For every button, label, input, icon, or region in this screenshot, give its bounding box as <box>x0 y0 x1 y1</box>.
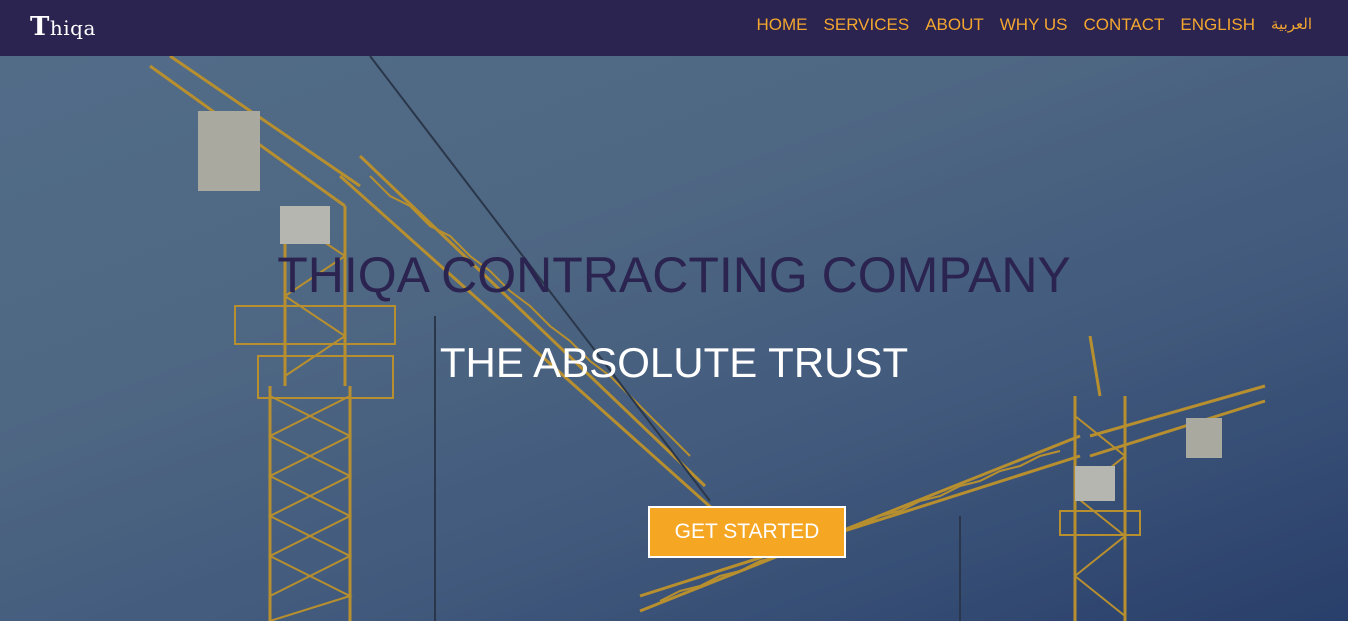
nav-services-link[interactable]: SERVICES <box>824 15 910 35</box>
hero-title: THIQA CONTRACTING COMPANY <box>277 247 1071 303</box>
logo-initial: T <box>30 12 50 42</box>
get-started-button[interactable]: GET STARTED <box>648 506 846 558</box>
brand-logo[interactable]: Thiqa <box>30 12 96 42</box>
main-nav: HOME SERVICES ABOUT WHY US CONTACT ENGLI… <box>757 15 1312 35</box>
hero-section: THIQA CONTRACTING COMPANY THE ABSOLUTE T… <box>0 56 1348 621</box>
nav-english-link[interactable]: ENGLISH <box>1180 15 1255 35</box>
logo-text: hiqa <box>49 16 96 40</box>
nav-home-link[interactable]: HOME <box>757 15 808 35</box>
nav-about-link[interactable]: ABOUT <box>925 15 984 35</box>
nav-why-us-link[interactable]: WHY US <box>1000 15 1068 35</box>
nav-contact-link[interactable]: CONTACT <box>1083 15 1164 35</box>
nav-arabic-link[interactable]: العربية <box>1271 15 1312 35</box>
top-navbar: Thiqa HOME SERVICES ABOUT WHY US CONTACT… <box>0 0 1348 56</box>
hero-subtitle: THE ABSOLUTE TRUST <box>439 339 909 386</box>
